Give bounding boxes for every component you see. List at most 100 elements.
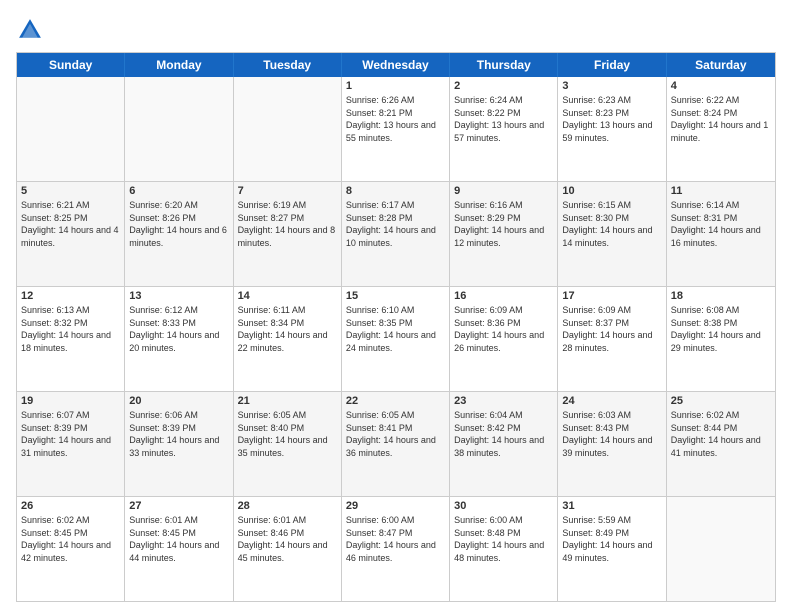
day-cell: 11 Sunrise: 6:14 AMSunset: 8:31 PMDayligh… <box>667 182 775 286</box>
day-info: Sunrise: 6:07 AMSunset: 8:39 PMDaylight:… <box>21 409 120 459</box>
day-info: Sunrise: 6:01 AMSunset: 8:46 PMDaylight:… <box>238 514 337 564</box>
day-cell: 25 Sunrise: 6:02 AMSunset: 8:44 PMDayligh… <box>667 392 775 496</box>
day-cell: 19 Sunrise: 6:07 AMSunset: 8:39 PMDayligh… <box>17 392 125 496</box>
day-info: Sunrise: 6:06 AMSunset: 8:39 PMDaylight:… <box>129 409 228 459</box>
day-number: 11 <box>671 185 771 197</box>
day-info: Sunrise: 6:20 AMSunset: 8:26 PMDaylight:… <box>129 199 228 249</box>
day-number: 14 <box>238 290 337 302</box>
day-info: Sunrise: 6:09 AMSunset: 8:36 PMDaylight:… <box>454 304 553 354</box>
day-cell: 2 Sunrise: 6:24 AMSunset: 8:22 PMDaylight… <box>450 77 558 181</box>
day-cell: 10 Sunrise: 6:15 AMSunset: 8:30 PMDayligh… <box>558 182 666 286</box>
empty-cell <box>125 77 233 181</box>
day-info: Sunrise: 6:11 AMSunset: 8:34 PMDaylight:… <box>238 304 337 354</box>
day-cell: 8 Sunrise: 6:17 AMSunset: 8:28 PMDaylight… <box>342 182 450 286</box>
day-of-week-header: Sunday <box>17 53 125 77</box>
day-number: 3 <box>562 80 661 92</box>
logo-icon <box>16 16 44 44</box>
day-info: Sunrise: 6:26 AMSunset: 8:21 PMDaylight:… <box>346 94 445 144</box>
day-number: 5 <box>21 185 120 197</box>
day-number: 2 <box>454 80 553 92</box>
day-number: 1 <box>346 80 445 92</box>
day-cell: 12 Sunrise: 6:13 AMSunset: 8:32 PMDayligh… <box>17 287 125 391</box>
calendar-week: 1 Sunrise: 6:26 AMSunset: 8:21 PMDaylight… <box>17 77 775 182</box>
day-number: 22 <box>346 395 445 407</box>
day-number: 10 <box>562 185 661 197</box>
day-number: 25 <box>671 395 771 407</box>
day-of-week-header: Saturday <box>667 53 775 77</box>
day-info: Sunrise: 6:21 AMSunset: 8:25 PMDaylight:… <box>21 199 120 249</box>
day-number: 19 <box>21 395 120 407</box>
day-number: 8 <box>346 185 445 197</box>
day-cell: 15Sunrise: 6:10 AMSunset: 8:35 PMDayligh… <box>342 287 450 391</box>
header <box>16 16 776 44</box>
day-info: Sunrise: 6:01 AMSunset: 8:45 PMDaylight:… <box>129 514 228 564</box>
empty-cell <box>234 77 342 181</box>
day-info: Sunrise: 6:13 AMSunset: 8:32 PMDaylight:… <box>21 304 120 354</box>
day-cell: 23 Sunrise: 6:04 AMSunset: 8:42 PMDayligh… <box>450 392 558 496</box>
day-info: Sunrise: 6:10 AMSunset: 8:35 PMDaylight:… <box>346 304 445 354</box>
day-info: Sunrise: 6:12 AMSunset: 8:33 PMDaylight:… <box>129 304 228 354</box>
calendar-week: 12 Sunrise: 6:13 AMSunset: 8:32 PMDayligh… <box>17 287 775 392</box>
calendar: SundayMondayTuesdayWednesdayThursdayFrid… <box>16 52 776 602</box>
day-info: Sunrise: 6:19 AMSunset: 8:27 PMDaylight:… <box>238 199 337 249</box>
day-cell: 13 Sunrise: 6:12 AMSunset: 8:33 PMDayligh… <box>125 287 233 391</box>
day-cell: 18Sunrise: 6:08 AMSunset: 8:38 PMDayligh… <box>667 287 775 391</box>
calendar-week: 26Sunrise: 6:02 AMSunset: 8:45 PMDayligh… <box>17 497 775 601</box>
day-cell: 4Sunrise: 6:22 AMSunset: 8:24 PMDaylight… <box>667 77 775 181</box>
day-info: Sunrise: 6:00 AMSunset: 8:47 PMDaylight:… <box>346 514 445 564</box>
day-info: Sunrise: 6:08 AMSunset: 8:38 PMDaylight:… <box>671 304 771 354</box>
calendar-week: 5 Sunrise: 6:21 AMSunset: 8:25 PMDaylight… <box>17 182 775 287</box>
day-info: Sunrise: 6:03 AMSunset: 8:43 PMDaylight:… <box>562 409 661 459</box>
day-cell: 26Sunrise: 6:02 AMSunset: 8:45 PMDayligh… <box>17 497 125 601</box>
day-cell: 9Sunrise: 6:16 AMSunset: 8:29 PMDaylight… <box>450 182 558 286</box>
day-of-week-header: Thursday <box>450 53 558 77</box>
day-info: Sunrise: 6:00 AMSunset: 8:48 PMDaylight:… <box>454 514 553 564</box>
day-number: 20 <box>129 395 228 407</box>
day-number: 17 <box>562 290 661 302</box>
day-number: 24 <box>562 395 661 407</box>
day-cell: 21Sunrise: 6:05 AMSunset: 8:40 PMDayligh… <box>234 392 342 496</box>
empty-cell <box>667 497 775 601</box>
calendar-body: 1 Sunrise: 6:26 AMSunset: 8:21 PMDaylight… <box>17 77 775 601</box>
day-cell: 24 Sunrise: 6:03 AMSunset: 8:43 PMDayligh… <box>558 392 666 496</box>
day-number: 12 <box>21 290 120 302</box>
day-number: 13 <box>129 290 228 302</box>
calendar-header: SundayMondayTuesdayWednesdayThursdayFrid… <box>17 53 775 77</box>
day-cell: 1 Sunrise: 6:26 AMSunset: 8:21 PMDaylight… <box>342 77 450 181</box>
empty-cell <box>17 77 125 181</box>
day-cell: 5 Sunrise: 6:21 AMSunset: 8:25 PMDaylight… <box>17 182 125 286</box>
day-number: 31 <box>562 500 661 512</box>
day-cell: 30 Sunrise: 6:00 AMSunset: 8:48 PMDayligh… <box>450 497 558 601</box>
day-info: Sunrise: 6:02 AMSunset: 8:44 PMDaylight:… <box>671 409 771 459</box>
day-of-week-header: Monday <box>125 53 233 77</box>
day-info: Sunrise: 6:14 AMSunset: 8:31 PMDaylight:… <box>671 199 771 249</box>
day-number: 21 <box>238 395 337 407</box>
logo <box>16 16 48 44</box>
day-info: Sunrise: 5:59 AMSunset: 8:49 PMDaylight:… <box>562 514 661 564</box>
day-number: 7 <box>238 185 337 197</box>
day-info: Sunrise: 6:16 AMSunset: 8:29 PMDaylight:… <box>454 199 553 249</box>
day-info: Sunrise: 6:24 AMSunset: 8:22 PMDaylight:… <box>454 94 553 144</box>
day-info: Sunrise: 6:17 AMSunset: 8:28 PMDaylight:… <box>346 199 445 249</box>
day-cell: 28 Sunrise: 6:01 AMSunset: 8:46 PMDayligh… <box>234 497 342 601</box>
day-cell: 31 Sunrise: 5:59 AMSunset: 8:49 PMDayligh… <box>558 497 666 601</box>
day-info: Sunrise: 6:15 AMSunset: 8:30 PMDaylight:… <box>562 199 661 249</box>
day-cell: 16 Sunrise: 6:09 AMSunset: 8:36 PMDayligh… <box>450 287 558 391</box>
calendar-week: 19 Sunrise: 6:07 AMSunset: 8:39 PMDayligh… <box>17 392 775 497</box>
day-cell: 7 Sunrise: 6:19 AMSunset: 8:27 PMDaylight… <box>234 182 342 286</box>
day-number: 27 <box>129 500 228 512</box>
day-number: 16 <box>454 290 553 302</box>
day-number: 6 <box>129 185 228 197</box>
day-cell: 6 Sunrise: 6:20 AMSunset: 8:26 PMDaylight… <box>125 182 233 286</box>
day-cell: 3Sunrise: 6:23 AMSunset: 8:23 PMDaylight… <box>558 77 666 181</box>
day-cell: 20 Sunrise: 6:06 AMSunset: 8:39 PMDayligh… <box>125 392 233 496</box>
day-number: 28 <box>238 500 337 512</box>
day-number: 4 <box>671 80 771 92</box>
day-info: Sunrise: 6:05 AMSunset: 8:41 PMDaylight:… <box>346 409 445 459</box>
day-number: 30 <box>454 500 553 512</box>
day-number: 23 <box>454 395 553 407</box>
day-info: Sunrise: 6:04 AMSunset: 8:42 PMDaylight:… <box>454 409 553 459</box>
day-cell: 29Sunrise: 6:00 AMSunset: 8:47 PMDayligh… <box>342 497 450 601</box>
day-number: 26 <box>21 500 120 512</box>
day-of-week-header: Wednesday <box>342 53 450 77</box>
